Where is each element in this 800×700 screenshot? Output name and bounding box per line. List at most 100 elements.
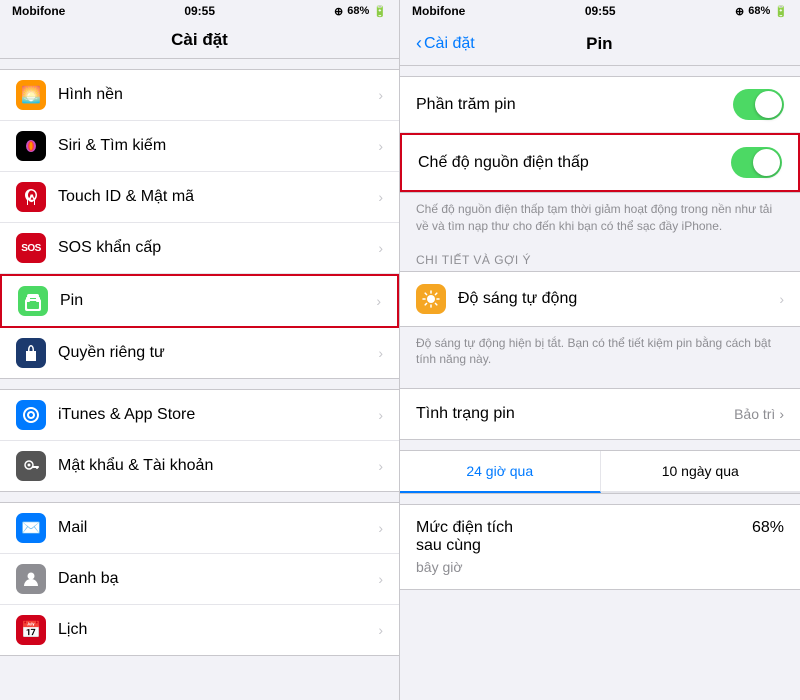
muc-dien-label: Mức điện tích sau cùng [416, 519, 513, 555]
settings-section-main: 🌅 Hình nền › Siri & Tìm kiếm › [0, 69, 399, 379]
itunes-label: iTunes & App Store [58, 406, 378, 424]
settings-item-sos[interactable]: SOS SOS khẩn cấp › [0, 223, 399, 274]
settings-item-touch-id[interactable]: Touch ID & Mật mã › [0, 172, 399, 223]
back-chevron-icon: ‹ [416, 33, 422, 54]
tab-24h[interactable]: 24 giờ qua [400, 451, 601, 493]
mail-chevron: › [378, 520, 383, 536]
right-status-right: ⊕ 68% 🔋 [735, 5, 788, 18]
settings-section-apps: iTunes & App Store › Mật khẩu & Tài khoả… [0, 389, 399, 492]
settings-item-itunes[interactable]: iTunes & App Store › [0, 390, 399, 441]
tinh-trang-value: Bảo trì › [734, 406, 784, 422]
tinh-trang-chevron: › [779, 406, 784, 422]
left-carrier: Mobifone [12, 4, 65, 18]
quyen-rieng-tu-label: Quyền riêng tư [58, 344, 378, 362]
settings-item-mail[interactable]: ✉️ Mail › [0, 503, 399, 554]
settings-list: 🌅 Hình nền › Siri & Tìm kiếm › [0, 59, 399, 700]
che-do-nguon-toggle[interactable] [731, 147, 782, 178]
do-sang-chevron: › [779, 291, 784, 307]
left-status-bar: Mobifone 09:55 ⊕ 68% 🔋 [0, 0, 399, 22]
right-battery-icon: 🔋 [774, 5, 788, 18]
hinh-nen-icon: 🌅 [16, 80, 46, 110]
pin-icon [18, 286, 48, 316]
muc-dien-time: bây giờ [400, 559, 800, 590]
lich-chevron: › [378, 622, 383, 638]
phan-tram-pin-toggle-knob [755, 91, 782, 118]
tab-10d[interactable]: 10 ngày qua [601, 451, 800, 493]
right-title: Pin [475, 34, 724, 54]
quyen-rieng-tu-chevron: › [378, 345, 383, 361]
right-carrier: Mobifone [412, 4, 465, 18]
time-tabs: 24 giờ qua 10 ngày qua [400, 451, 800, 493]
pin-label: Pin [60, 292, 376, 310]
settings-item-quyen-rieng-tu[interactable]: Quyền riêng tư › [0, 328, 399, 378]
section-chi-tiet-header: CHI TIẾT VÀ GỢI Ý [400, 245, 800, 271]
right-status-bar: Mobifone 09:55 ⊕ 68% 🔋 [400, 0, 800, 22]
settings-item-danh-ba[interactable]: Danh bạ › [0, 554, 399, 605]
settings-section-personal: ✉️ Mail › Danh bạ › 📅 Lịch › [0, 502, 399, 656]
touch-id-icon [16, 182, 46, 212]
tinh-trang-section: Tình trạng pin Bảo trì › [400, 388, 800, 440]
do-sang-icon [416, 284, 446, 314]
left-panel: Mobifone 09:55 ⊕ 68% 🔋 Cài đặt 🌅 Hình nề… [0, 0, 400, 700]
settings-item-hinh-nen[interactable]: 🌅 Hình nền › [0, 70, 399, 121]
che-do-nguon-label: Chế độ nguồn điện thấp [418, 154, 589, 172]
back-label: Cài đặt [424, 35, 475, 53]
hinh-nen-chevron: › [378, 87, 383, 103]
sos-label: SOS khẩn cấp [58, 239, 378, 257]
right-panel: Mobifone 09:55 ⊕ 68% 🔋 ‹ Cài đặt Pin Phầ… [400, 0, 800, 700]
itunes-chevron: › [378, 407, 383, 423]
mail-icon: ✉️ [16, 513, 46, 543]
settings-item-lich[interactable]: 📅 Lịch › [0, 605, 399, 655]
danh-ba-icon [16, 564, 46, 594]
quyen-rieng-tu-icon [16, 338, 46, 368]
che-do-nguon-toggle-knob [753, 149, 780, 176]
phan-tram-pin-label: Phần trăm pin [416, 96, 516, 114]
settings-item-mat-khau[interactable]: Mật khẩu & Tài khoản › [0, 441, 399, 491]
phan-tram-pin-toggle[interactable] [733, 89, 784, 120]
hinh-nen-label: Hình nền [58, 86, 378, 104]
mat-khau-label: Mật khẩu & Tài khoản [58, 457, 378, 475]
left-time: 09:55 [184, 4, 215, 18]
siri-icon [16, 131, 46, 161]
phan-tram-pin-row: Phần trăm pin [400, 77, 800, 133]
itunes-icon [16, 400, 46, 430]
siri-label: Siri & Tìm kiếm [58, 137, 378, 155]
do-sang-desc: Độ sáng tự động hiện bị tắt. Bạn có thể … [400, 327, 800, 379]
left-nav-header: Cài đặt [0, 22, 399, 59]
danh-ba-label: Danh bạ [58, 570, 378, 588]
sos-icon: SOS [16, 233, 46, 263]
right-location-icon: ⊕ [735, 5, 744, 18]
pin-chevron: › [376, 293, 381, 309]
touch-id-label: Touch ID & Mật mã [58, 188, 378, 206]
che-do-desc: Chế độ nguồn điện thấp tạm thời giảm hoạ… [400, 193, 800, 245]
mat-khau-chevron: › [378, 458, 383, 474]
back-button[interactable]: ‹ Cài đặt [416, 33, 475, 54]
pin-main-section: Phần trăm pin Chế độ nguồn điện thấp [400, 76, 800, 193]
mail-label: Mail [58, 519, 378, 537]
do-sang-row[interactable]: Độ sáng tự động › [400, 272, 800, 326]
right-time: 09:55 [585, 4, 616, 18]
touch-id-chevron: › [378, 189, 383, 205]
tinh-trang-row[interactable]: Tình trạng pin Bảo trì › [400, 389, 800, 439]
settings-item-pin[interactable]: Pin › [0, 274, 399, 328]
left-location-icon: ⊕ [334, 5, 343, 18]
che-do-nguon-row[interactable]: Chế độ nguồn điện thấp [400, 133, 800, 192]
tinh-trang-text: Bảo trì [734, 406, 775, 422]
time-tabs-section: 24 giờ qua 10 ngày qua [400, 450, 800, 494]
left-title: Cài đặt [171, 30, 228, 49]
right-battery-text: 68% [748, 5, 770, 17]
muc-dien-sub-label: sau cùng [416, 537, 513, 555]
settings-item-siri[interactable]: Siri & Tìm kiếm › [0, 121, 399, 172]
right-content: Phần trăm pin Chế độ nguồn điện thấp Chế… [400, 66, 800, 700]
detail-section: Độ sáng tự động › [400, 271, 800, 327]
right-nav-header: ‹ Cài đặt Pin [400, 22, 800, 66]
tinh-trang-label: Tình trạng pin [416, 405, 515, 423]
mat-khau-icon [16, 451, 46, 481]
do-sang-label: Độ sáng tự động [458, 290, 779, 308]
muc-dien-section: Mức điện tích sau cùng 68% bây giờ [400, 504, 800, 590]
muc-dien-row: Mức điện tích sau cùng 68% [400, 504, 800, 559]
sos-chevron: › [378, 240, 383, 256]
siri-chevron: › [378, 138, 383, 154]
left-battery-text: 68% [347, 5, 369, 17]
muc-dien-main-label: Mức điện tích [416, 519, 513, 537]
